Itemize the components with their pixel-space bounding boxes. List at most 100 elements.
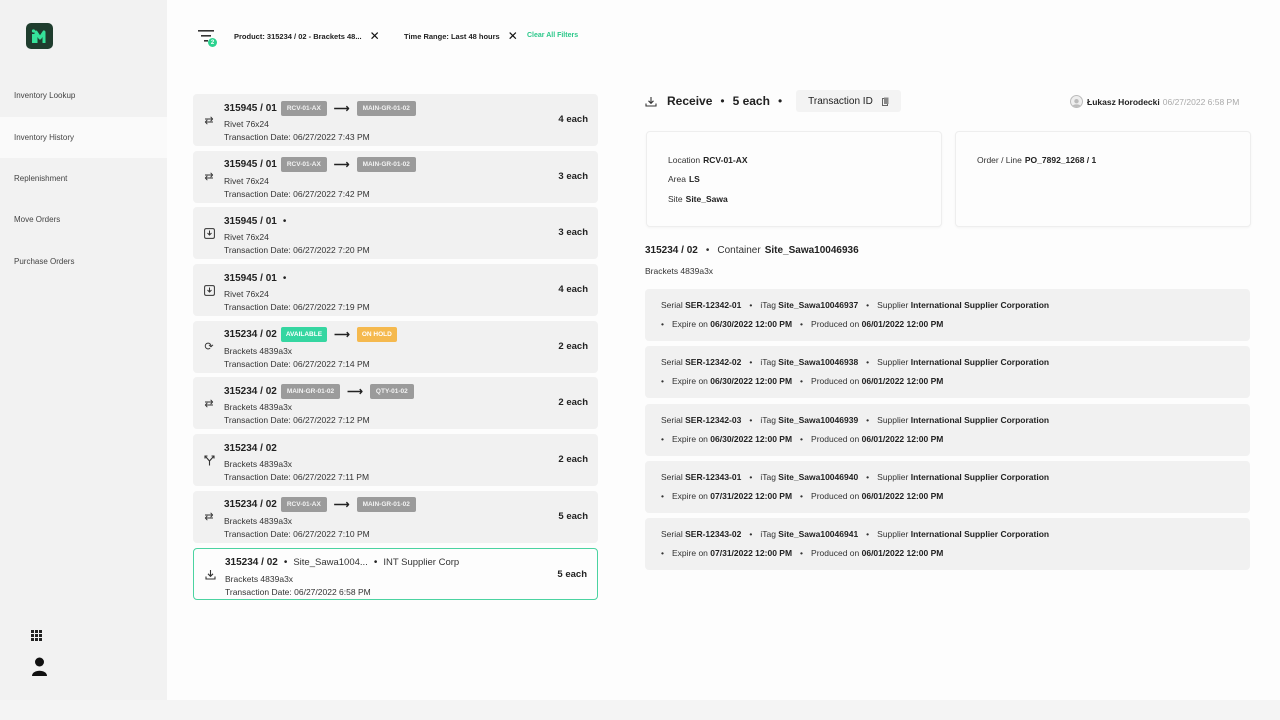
move-icon: ⇄ [204,171,214,184]
transaction-date: Transaction Date: 06/27/2022 7:19 PM [224,302,370,313]
transaction-id-label: Transaction ID [808,95,873,107]
site-field: Site Site_Sawa [668,194,728,204]
receive-icon [202,226,216,240]
product-id: 315234 / 02 [225,557,278,568]
transaction-title: 315945 / 01 • [224,215,287,227]
sidebar-item-inventory-lookup[interactable]: Inventory Lookup [0,75,167,116]
location-field: Location RCV-01-AX [668,155,748,165]
location-chip-from: RCV-01-AX [280,100,327,116]
location-chip-from: RCV-01-AX [280,497,327,513]
transaction-date: Transaction Date: 06/27/2022 6:58 PM [225,586,371,597]
item-description: Rivet 76x24 [224,289,269,300]
transaction-row[interactable]: ⇄ 315234 / 02 MAIN-GR-01-02 ⟶ QTY-01-02 … [193,377,598,430]
close-icon[interactable]: ✕ [508,30,518,42]
item-description: Brackets 4839a3x [224,345,293,356]
transaction-row-selected[interactable]: 315234 / 02 • Site_Sawa1004... • INT Sup… [193,547,598,600]
arrow-right-icon: ⟶ [347,385,363,398]
transaction-date: Transaction Date: 06/27/2022 7:11 PM [224,472,370,483]
transaction-title: 315234 / 02 • Site_Sawa1004... • INT Sup… [225,557,460,568]
location-chip-from: RCV-01-AX [280,157,327,173]
product-id: 315945 / 01 [224,272,277,284]
transaction-row[interactable]: ⟳ 315234 / 02 AVAILABLE ⟶ ON HOLD Bracke… [193,320,598,373]
transaction-qty: 2 each [558,397,588,409]
product-container-line: 315234 / 02 • Container Site_Sawa1004693… [645,245,859,256]
user-name: Łukasz Horodecki [1087,96,1160,107]
location-chip-from: MAIN-GR-01-02 [280,383,341,399]
transaction-date: Transaction Date: 06/27/2022 7:10 PM [224,528,370,539]
filter-chip-time-range-label: Time Range: Last 48 hours [404,31,500,41]
item-description: Brackets 4839a3x [224,402,293,413]
transaction-qty: 3 each [558,170,588,182]
transaction-row[interactable]: 315945 / 01 • Rivet 76x24 Transaction Da… [193,207,598,260]
transaction-qty: 4 each [558,284,588,296]
serial-row: Serial SER-12343-01 • iTag Site_Sawa100469… [645,460,1250,513]
item-description: Brackets 4839a3x [224,515,293,526]
receive-icon [202,283,216,297]
user-profile-icon[interactable] [32,657,47,681]
product-description: Brackets 4839a3x [645,266,714,276]
arrow-right-icon: ⟶ [334,329,350,342]
serial-row: Serial SER-12342-02 • iTag Site_Sawa100469… [645,346,1250,399]
order-line-field: Order / Line PO_7892_1268 / 1 [977,155,1097,165]
status-change-icon: ⟳ [204,341,214,354]
sidebar: Inventory Lookup Inventory History Reple… [0,0,167,700]
filter-count-badge: 2 [208,38,217,47]
transaction-row[interactable]: ⇄ 315945 / 01 RCV-01-AX ⟶ MAIN-GR-01-02 … [193,94,598,146]
filter-chip-time-range: Time Range: Last 48 hours ✕ [404,29,518,43]
product-id: 315234 / 02 [224,329,277,341]
transaction-id-button[interactable]: Transaction ID [796,90,901,112]
order-card: Order / Line PO_7892_1268 / 1 [955,131,1251,227]
clear-all-filters-link[interactable]: Clear All Filters [527,32,578,39]
move-icon: ⇄ [204,114,214,127]
transaction-title: 315945 / 01 RCV-01-AX ⟶ MAIN-GR-01-02 [224,100,416,116]
transaction-list: ⇄ 315945 / 01 RCV-01-AX ⟶ MAIN-GR-01-02 … [193,94,598,604]
status-badge-available: AVAILABLE [280,327,328,343]
apps-grid-icon[interactable] [31,628,42,646]
download-icon [645,96,657,107]
transaction-timestamp: 06/27/2022 6:58 PM [1162,96,1240,107]
filter-chip-product: Product: 315234 / 02 - Brackets 48... ✕ [234,29,380,43]
transaction-date: Transaction Date: 06/27/2022 7:43 PM [224,132,370,142]
transaction-row[interactable]: 315234 / 02 Brackets 4839a3x Transaction… [193,434,598,487]
status-badge-on-hold: ON HOLD [356,327,397,343]
site-name: Site_Sawa1004... [293,557,368,568]
arrow-right-icon: ⟶ [333,159,350,172]
product-id: 315945 / 01 [224,215,277,227]
location-card: Location RCV-01-AX Area LS Site Site_Sawa [646,131,942,227]
sidebar-item-move-orders[interactable]: Move Orders [0,199,167,240]
transaction-row[interactable]: ⇄ 315945 / 01 RCV-01-AX ⟶ MAIN-GR-01-02 … [193,150,598,203]
sidebar-item-replenishment[interactable]: Replenishment [0,158,167,199]
arrow-right-icon: ⟶ [333,499,350,512]
sidebar-item-inventory-history[interactable]: Inventory History [0,117,167,158]
close-icon[interactable]: ✕ [370,30,380,42]
detail-header: Receive • 5 each • Transaction ID [645,90,901,112]
item-description: Rivet 76x24 [224,119,269,129]
sidebar-item-purchase-orders[interactable]: Purchase Orders [0,241,167,282]
area-field: Area LS [668,174,700,184]
product-id: 315945 / 01 [224,159,277,171]
transaction-qty: 5 each [557,568,587,580]
location-chip-to: MAIN-GR-01-02 [356,100,416,116]
item-description: Brackets 4839a3x [224,459,293,470]
product-id: 315945 / 01 [224,102,277,114]
transaction-row[interactable]: ⇄ 315234 / 02 RCV-01-AX ⟶ MAIN-GR-01-02 … [193,490,598,543]
product-id: 315234 / 02 [224,442,277,454]
transaction-title: 315945 / 01 • [224,272,287,284]
transaction-date: Transaction Date: 06/27/2022 7:42 PM [224,188,370,199]
transaction-qty: 3 each [558,227,588,239]
location-chip-to: QTY-01-02 [369,383,414,399]
item-description: Rivet 76x24 [224,175,269,186]
transaction-date: Transaction Date: 06/27/2022 7:20 PM [224,245,370,256]
transaction-date: Transaction Date: 06/27/2022 7:12 PM [224,415,370,426]
copy-icon [881,97,889,106]
location-chip-to: MAIN-GR-01-02 [356,497,416,513]
detail-type: Receive [667,94,713,108]
transaction-qty: 5 each [558,510,588,522]
transaction-qty: 2 each [558,340,588,352]
app-logo[interactable] [26,23,53,49]
filter-chip-product-label: Product: 315234 / 02 - Brackets 48... [234,31,362,41]
transaction-title: 315234 / 02 [224,440,277,456]
product-id: 315234 / 02 [645,245,698,256]
transaction-title: 315234 / 02 MAIN-GR-01-02 ⟶ QTY-01-02 [224,383,414,399]
transaction-row[interactable]: 315945 / 01 • Rivet 76x24 Transaction Da… [193,264,598,317]
